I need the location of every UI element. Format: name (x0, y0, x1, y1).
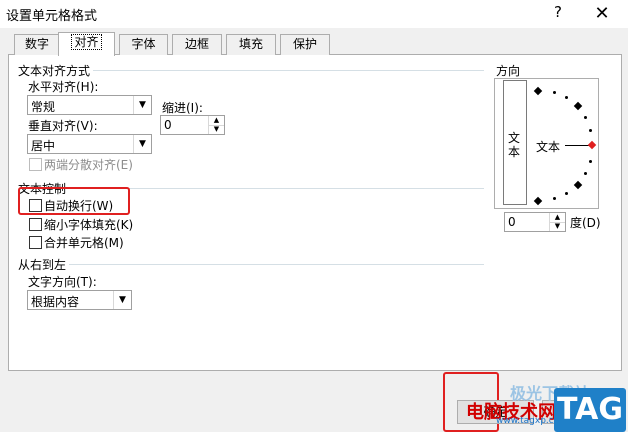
spin-down-icon[interactable]: ▼ (209, 125, 224, 134)
shrink-to-fit-label: 缩小字体填充(K) (44, 218, 134, 232)
dialog-title: 设置单元格格式 (6, 9, 98, 24)
vertical-select[interactable]: 居中 ▼ (27, 134, 152, 154)
orientation-group-title: 方向 (496, 62, 524, 79)
vertical-value: 居中 (31, 139, 56, 153)
merge-cells-checkbox[interactable] (29, 236, 42, 249)
chevron-down-icon[interactable]: ▼ (113, 291, 131, 309)
orientation-dot[interactable] (565, 192, 568, 195)
help-button[interactable]: ? (548, 3, 568, 23)
tab-alignment[interactable]: 对齐 (58, 32, 115, 56)
spin-down-icon[interactable]: ▼ (550, 222, 565, 231)
indent-value: 0 (164, 118, 172, 132)
orientation-dot[interactable] (584, 116, 587, 119)
horizontal-value: 常规 (31, 100, 56, 114)
orientation-dot[interactable] (565, 96, 568, 99)
orientation-dot[interactable] (589, 160, 592, 163)
vertical-text-label: 文本 (508, 131, 521, 159)
wrap-text-highlight (18, 187, 130, 215)
orientation-text: 文本 (536, 140, 561, 154)
chevron-down-icon[interactable]: ▼ (133, 135, 151, 153)
orientation-dot[interactable] (553, 197, 556, 200)
chevron-down-icon[interactable]: ▼ (133, 96, 151, 114)
indent-label: 缩进(I): (162, 101, 203, 115)
merge-cells-label: 合并单元格(M) (44, 236, 124, 250)
alignment-group-title: 文本对齐方式 (18, 62, 94, 79)
tab-font[interactable]: 字体 (119, 34, 168, 55)
text-direction-select[interactable]: 根据内容 ▼ (27, 290, 132, 310)
tag-logo: TAG (554, 388, 626, 432)
shrink-to-fit-checkbox[interactable] (29, 218, 42, 231)
horizontal-label: 水平对齐(H): (28, 80, 99, 94)
close-button[interactable]: ✕ (592, 3, 612, 24)
degrees-value: 0 (508, 215, 516, 229)
text-direction-value: 根据内容 (31, 295, 80, 309)
justify-distributed-checkbox[interactable] (29, 158, 42, 171)
tab-protection[interactable]: 保护 (280, 34, 330, 55)
indent-spinner[interactable]: 0 ▲ ▼ (160, 115, 225, 135)
degrees-label: 度(D) (570, 216, 601, 230)
orientation-dot[interactable] (584, 172, 587, 175)
tab-border[interactable]: 边框 (172, 34, 222, 55)
justify-distributed-label: 两端分散对齐(E) (44, 158, 133, 172)
text-direction-label: 文字方向(T): (28, 275, 97, 289)
tab-number[interactable]: 数字 (14, 34, 60, 55)
tab-fill[interactable]: 填充 (226, 34, 276, 55)
orientation-needle (565, 145, 589, 146)
orientation-dot[interactable] (589, 129, 592, 132)
orientation-dot[interactable] (553, 91, 556, 94)
rtl-group-title: 从右到左 (18, 256, 70, 273)
vertical-label: 垂直对齐(V): (28, 119, 98, 133)
horizontal-select[interactable]: 常规 ▼ (27, 95, 152, 115)
degrees-spinner[interactable]: 0 ▲ ▼ (504, 212, 566, 232)
vertical-text-button[interactable]: 文本 (503, 80, 527, 205)
rtl-group-line (20, 264, 484, 265)
